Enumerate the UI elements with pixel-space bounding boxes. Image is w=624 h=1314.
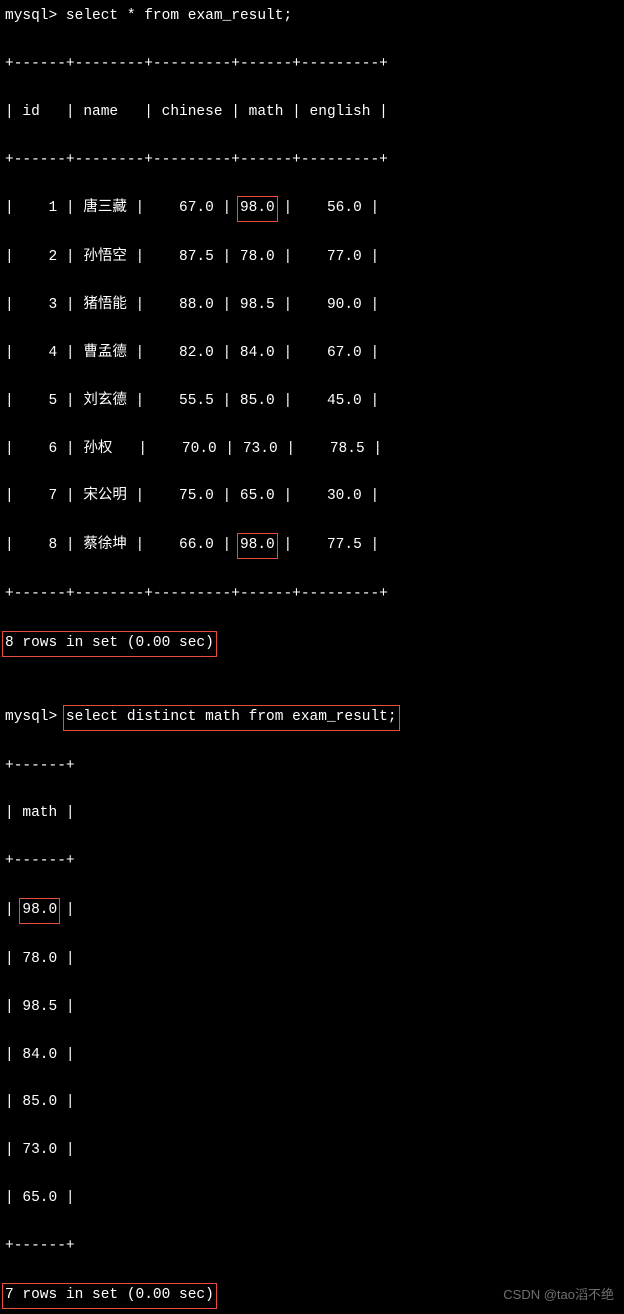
table-row: | 7 | 宋公明 | 75.0 | 65.0 | 30.0 | [5, 485, 619, 509]
table-separator: +------+ [5, 755, 619, 779]
table-row: | 84.0 | [5, 1044, 619, 1068]
sql-query-1: select * from exam_result; [66, 8, 292, 24]
mysql-prompt: mysql> [5, 8, 57, 24]
status-message: 8 rows in set (0.00 sec) [2, 631, 217, 657]
highlighted-value: 98.0 [237, 533, 278, 559]
table-row: | 1 | 唐三藏 | 67.0 | 98.0 | 56.0 | [5, 196, 619, 222]
table-row: | 73.0 | [5, 1139, 619, 1163]
terminal-output: mysql> select * from exam_result; +-----… [5, 5, 619, 1309]
table-row: | 85.0 | [5, 1091, 619, 1115]
table-row: | 98.0 | [5, 898, 619, 924]
watermark: CSDN @tao滔不绝 [503, 1284, 614, 1305]
table-row: | 8 | 蔡徐坤 | 66.0 | 98.0 | 77.5 | [5, 533, 619, 559]
table-row: | 98.5 | [5, 996, 619, 1020]
table-row: | 5 | 刘玄德 | 55.5 | 85.0 | 45.0 | [5, 390, 619, 414]
table-row: | 78.0 | [5, 948, 619, 972]
table-row: | 6 | 孙权 | 70.0 | 73.0 | 78.5 | [5, 438, 619, 462]
table-separator: +------+ [5, 850, 619, 874]
table-row: | 65.0 | [5, 1187, 619, 1211]
table-row: | 4 | 曹孟德 | 82.0 | 84.0 | 67.0 | [5, 342, 619, 366]
sql-query-2: select distinct math from exam_result; [63, 705, 400, 731]
highlighted-value: 98.0 [237, 196, 278, 222]
mysql-prompt: mysql> [5, 709, 57, 725]
table-separator: +------+--------+---------+------+------… [5, 53, 619, 77]
table-row: | 2 | 孙悟空 | 87.5 | 78.0 | 77.0 | [5, 246, 619, 270]
table-row: | 3 | 猪悟能 | 88.0 | 98.5 | 90.0 | [5, 294, 619, 318]
table-separator: +------+ [5, 1235, 619, 1259]
status-message: 7 rows in set (0.00 sec) [2, 1283, 217, 1309]
highlighted-value: 98.0 [19, 898, 60, 924]
table-header: | math | [5, 802, 619, 826]
table-separator: +------+--------+---------+------+------… [5, 149, 619, 173]
table-header: | id | name | chinese | math | english | [5, 101, 619, 125]
table-separator: +------+--------+---------+------+------… [5, 583, 619, 607]
